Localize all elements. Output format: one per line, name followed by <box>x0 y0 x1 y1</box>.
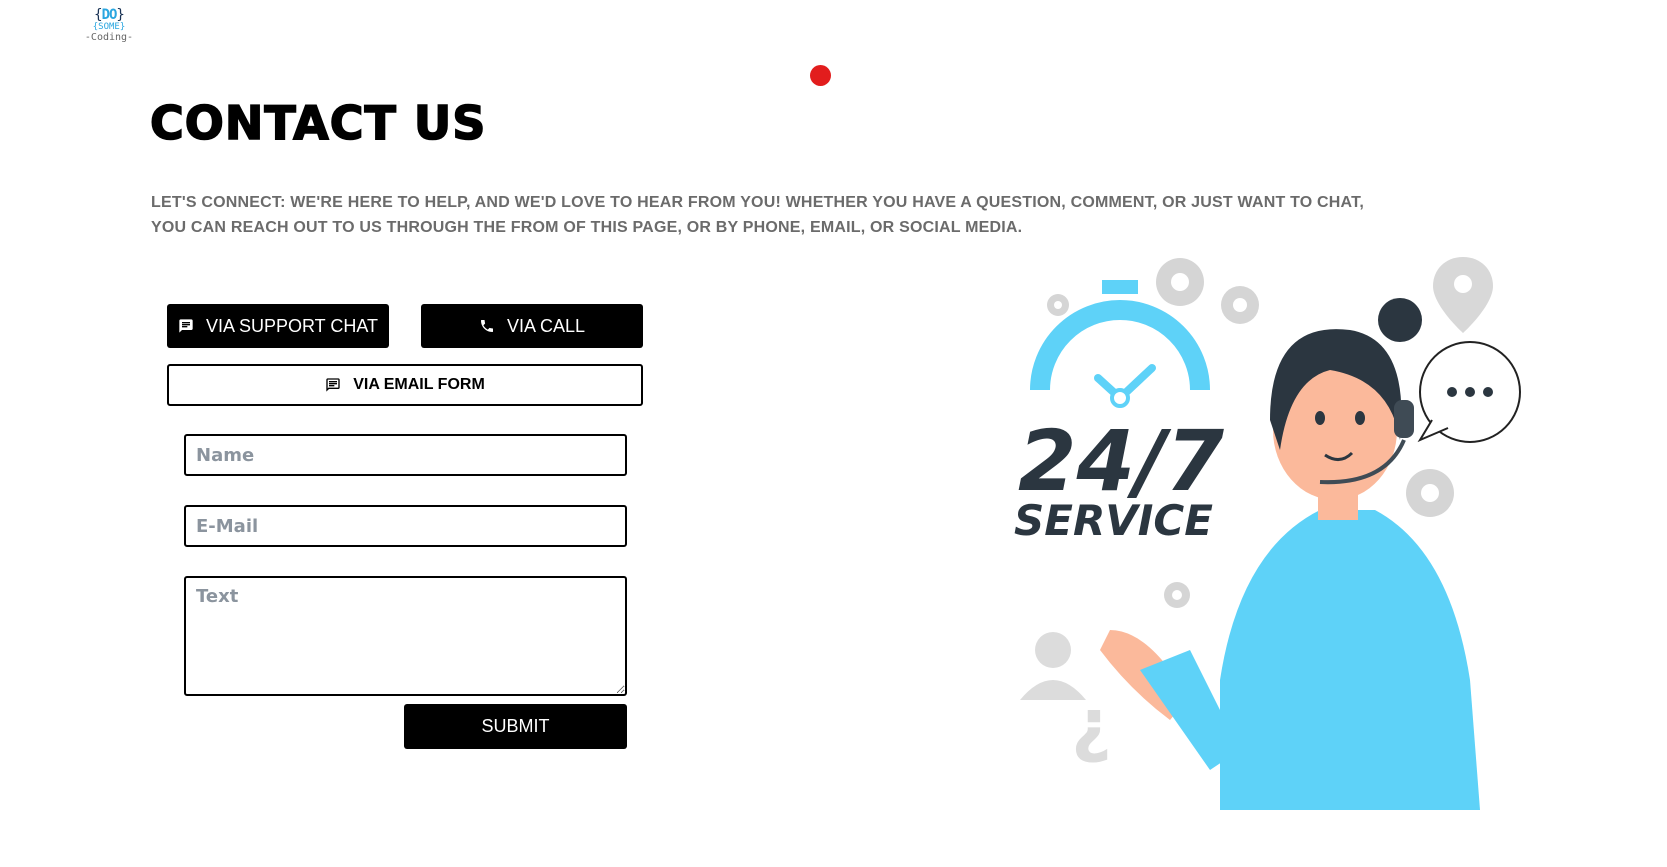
message-icon <box>326 378 340 392</box>
logo-line1: {DO} <box>94 7 125 23</box>
logo-line3: -Coding- <box>84 32 134 43</box>
call-button-label: VIA CALL <box>506 315 586 336</box>
via-call-button[interactable]: VIA CALL <box>421 304 643 348</box>
page-title: CONTACT US <box>149 95 487 151</box>
customer-service-illustration: 24/7 SERVICE ? <box>1014 257 1521 810</box>
illustration-subline: SERVICE <box>1014 496 1213 545</box>
email-input[interactable] <box>184 505 627 547</box>
message-textarea[interactable] <box>184 576 627 696</box>
chat-bubble-icon <box>1417 341 1521 443</box>
name-input[interactable] <box>184 434 627 476</box>
question-mark-icon: ? <box>1071 693 1112 775</box>
red-dot-indicator <box>810 65 831 86</box>
chat-icon <box>179 319 193 333</box>
email-button-label: VIA EMAIL FORM <box>353 376 485 393</box>
via-email-form-button[interactable]: VIA EMAIL FORM <box>167 364 643 406</box>
user-icon <box>1020 632 1086 700</box>
intro-text: LET'S CONNECT: WE'RE HERE TO HELP, AND W… <box>151 194 1364 236</box>
phone-icon <box>480 320 493 332</box>
submit-button[interactable]: SUBMIT <box>404 704 627 749</box>
logo-line2: {SOME} <box>92 22 126 32</box>
via-support-chat-button[interactable]: VIA SUPPORT CHAT <box>167 304 389 348</box>
logo[interactable]: {DO} {SOME} -Coding- <box>83 8 135 52</box>
location-pin-icon <box>1433 257 1493 333</box>
chat-button-label: VIA SUPPORT CHAT <box>205 315 379 336</box>
